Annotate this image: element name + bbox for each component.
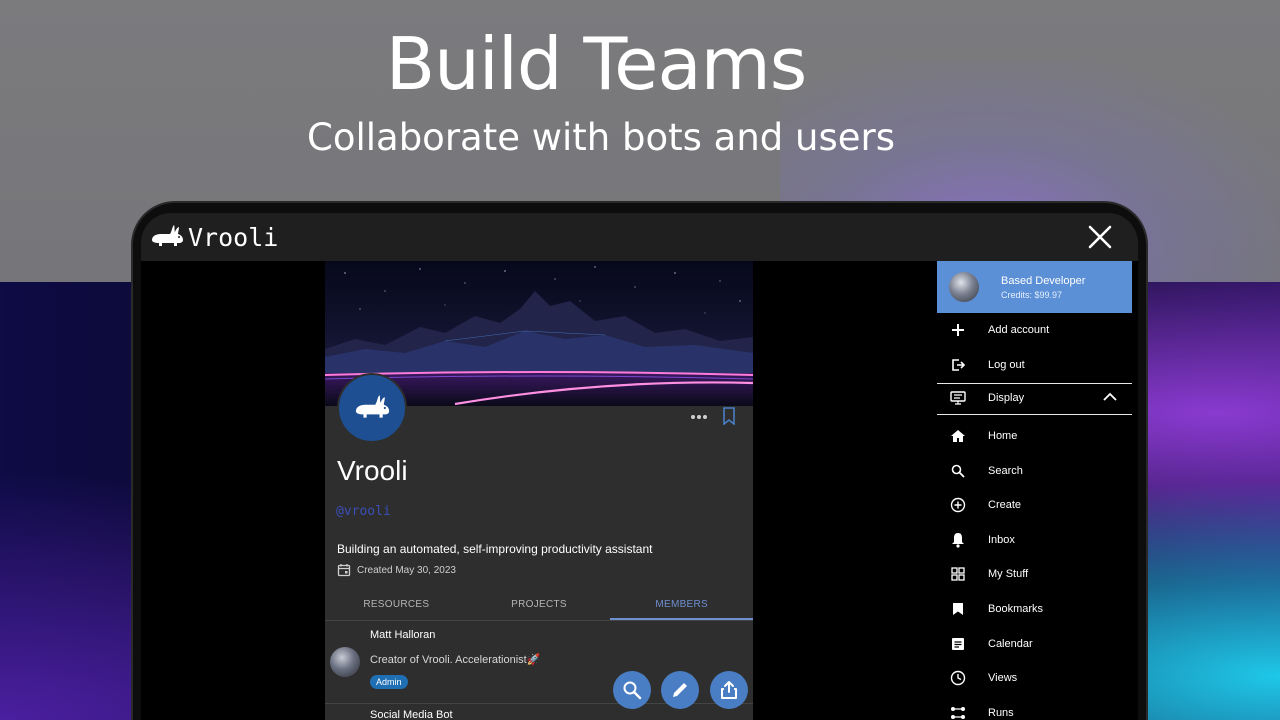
tab-members[interactable]: MEMBERS [610, 593, 753, 620]
profile-bio: Building an automated, self-improving pr… [337, 542, 653, 556]
logout-icon [950, 357, 966, 373]
close-icon[interactable] [1087, 224, 1113, 250]
menu-item-inbox[interactable]: Inbox [937, 523, 1132, 557]
menu-item-calendar[interactable]: Calendar [937, 627, 1132, 661]
chevron-up-icon [1103, 392, 1117, 401]
member-description: Creator of Vrooli. Accelerationist🚀 [370, 654, 541, 666]
display-section-toggle[interactable]: Display [937, 381, 1132, 415]
menu-label: Runs [988, 707, 1014, 719]
menu-label: Bookmarks [988, 603, 1044, 615]
profile-avatar [337, 373, 407, 443]
account-switcher[interactable]: Based Developer Credits: $99.97 [937, 261, 1132, 313]
bookmark-icon[interactable] [722, 407, 736, 425]
hero-subtitle: Collaborate with bots and users [306, 116, 896, 159]
profile-created: Created May 30, 2023 [337, 563, 456, 577]
app-screen: Vrooli Vrooli @vrooli Building an automa… [141, 213, 1138, 720]
log-out-button[interactable]: Log out [937, 348, 1132, 382]
menu-label: Add account [988, 324, 1050, 336]
menu-label: Display [988, 392, 1025, 404]
create-icon [950, 497, 966, 513]
member-name: Social Media Bot [370, 709, 453, 720]
created-date: Created May 30, 2023 [357, 564, 456, 576]
brand-name: Vrooli [188, 222, 279, 252]
menu-item-my-stuff[interactable]: My Stuff [937, 557, 1132, 591]
calendar-icon [337, 564, 351, 577]
menu-label: Calendar [988, 638, 1033, 650]
menu-label: Log out [988, 359, 1025, 371]
profile-handle[interactable]: @vrooli [336, 504, 391, 519]
menu-item-bookmarks[interactable]: Bookmarks [937, 592, 1132, 626]
search-button[interactable] [613, 671, 651, 709]
menu-label: Inbox [988, 534, 1015, 546]
tab-projects[interactable]: PROJECTS [468, 593, 611, 620]
app-topbar: Vrooli [141, 213, 1138, 261]
brand[interactable]: Vrooli [150, 223, 278, 252]
tab-resources[interactable]: RESOURCES [325, 593, 468, 620]
role-badge: Admin [370, 675, 408, 689]
add-account-button[interactable]: Add account [937, 313, 1132, 347]
account-credits: Credits: $99.97 [1001, 289, 1063, 300]
search-icon [950, 463, 966, 479]
profile-name: Vrooli [337, 455, 408, 486]
rabbit-avatar-icon [355, 395, 390, 418]
side-menu: Based Developer Credits: $99.97 Add acco… [937, 261, 1132, 720]
runs-icon [950, 705, 966, 720]
rabbit-logo-icon [152, 225, 183, 246]
display-icon [950, 390, 966, 406]
divider [937, 414, 1132, 415]
menu-label: Create [988, 499, 1022, 511]
share-icon [721, 681, 737, 699]
edit-button[interactable] [661, 671, 699, 709]
home-icon [950, 428, 966, 444]
hero-title: Build Teams [385, 22, 807, 106]
menu-item-search[interactable]: Search [937, 454, 1132, 488]
avatar [330, 647, 360, 677]
plus-icon [950, 322, 966, 338]
more-options-icon[interactable] [689, 407, 709, 427]
inbox-icon [950, 532, 966, 548]
menu-label: Views [988, 672, 1018, 684]
clock-icon [950, 670, 966, 686]
menu-label: Home [988, 430, 1018, 442]
menu-item-home[interactable]: Home [937, 419, 1132, 453]
profile-panel: Vrooli @vrooli Building an automated, se… [325, 261, 753, 720]
profile-tabs: RESOURCES PROJECTS MEMBERS [325, 593, 753, 621]
menu-label: My Stuff [988, 568, 1029, 580]
bookmark-icon [950, 601, 966, 617]
pencil-icon [673, 683, 687, 697]
avatar [949, 272, 979, 302]
menu-label: Search [988, 465, 1023, 477]
calendar-icon [950, 636, 966, 652]
share-button[interactable] [710, 671, 748, 709]
member-name: Matt Halloran [370, 629, 436, 641]
account-name: Based Developer [1001, 274, 1086, 287]
menu-item-create[interactable]: Create [937, 488, 1132, 522]
grid-icon [950, 566, 966, 582]
menu-item-views[interactable]: Views [937, 661, 1132, 695]
menu-item-runs[interactable]: Runs [937, 696, 1132, 720]
search-icon [623, 681, 642, 700]
